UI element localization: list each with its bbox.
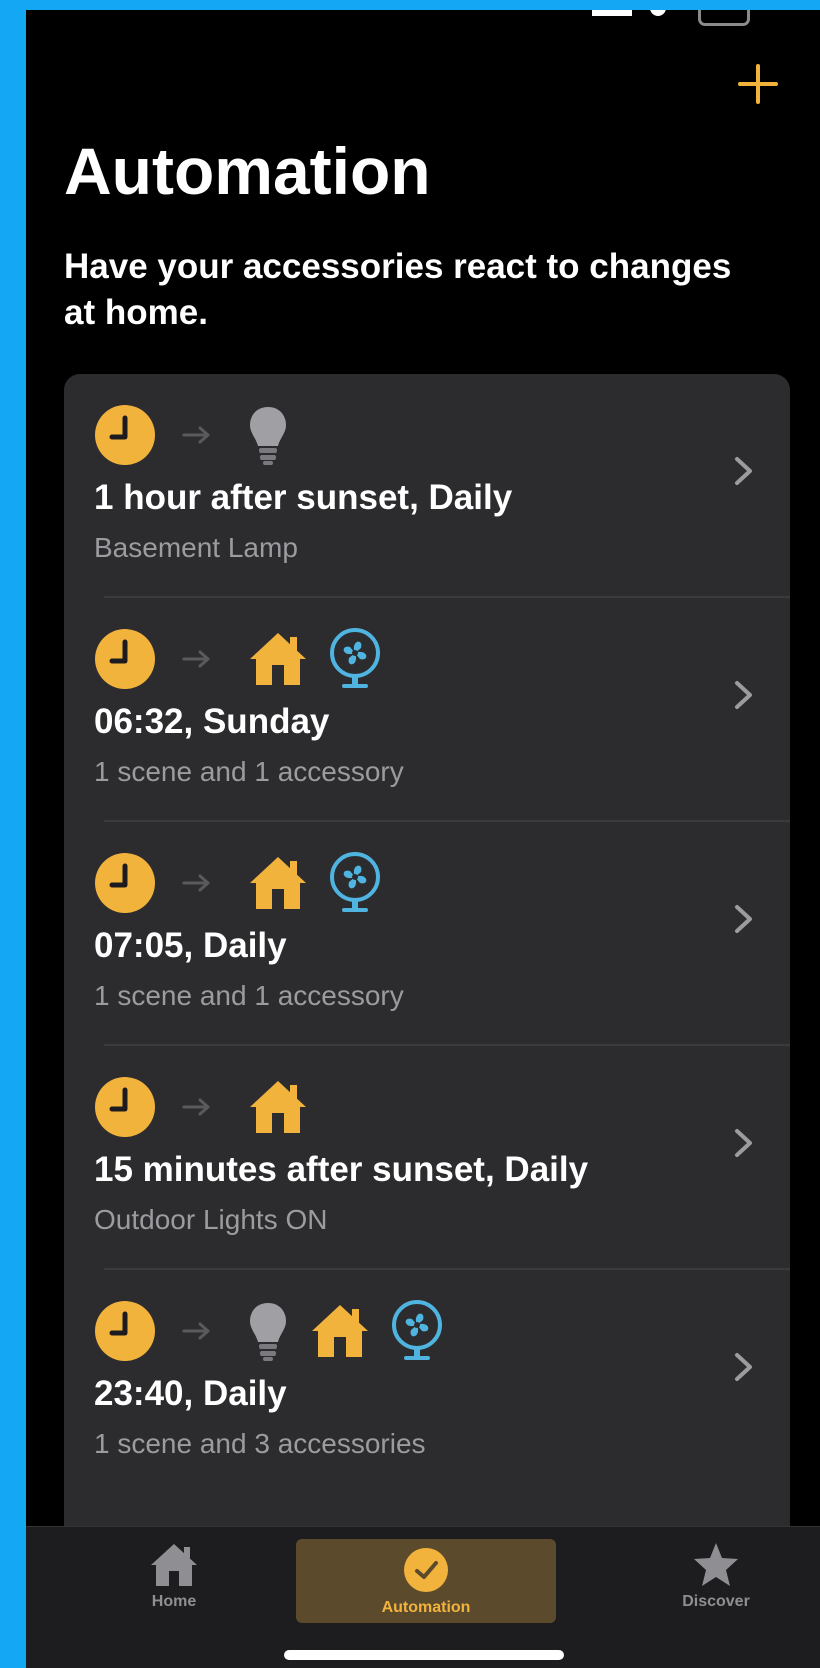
arrow-right-icon xyxy=(182,425,212,445)
automation-title: 15 minutes after sunset, Daily xyxy=(94,1150,589,1189)
fan-icon xyxy=(390,1300,444,1362)
lightbulb-icon xyxy=(246,1300,290,1362)
automation-title: 23:40, Daily xyxy=(94,1374,287,1413)
tab-home[interactable]: Home xyxy=(74,1541,274,1621)
tab-bar: Home Automation Discover xyxy=(26,1526,820,1668)
chevron-right-icon xyxy=(734,1128,754,1163)
automation-detail: 1 scene and 1 accessory xyxy=(94,980,404,1011)
home-scene-icon xyxy=(246,629,310,689)
automation-row[interactable]: 23:40, Daily 1 scene and 3 accessories xyxy=(64,1270,790,1494)
automation-list: 1 hour after sunset, Daily Basement Lamp xyxy=(64,374,790,1554)
automation-title: 07:05, Daily xyxy=(94,926,287,965)
automation-title: 06:32, Sunday xyxy=(94,702,330,741)
wifi-icon xyxy=(650,10,666,16)
signal-icon xyxy=(592,10,632,24)
automation-detail: Outdoor Lights ON xyxy=(94,1204,328,1235)
chevron-right-icon xyxy=(734,680,754,715)
status-bar xyxy=(26,10,820,28)
fan-icon xyxy=(328,852,382,914)
automation-detail: Basement Lamp xyxy=(94,532,298,563)
home-icon xyxy=(74,1541,274,1589)
arrow-right-icon xyxy=(182,1097,212,1117)
arrow-right-icon xyxy=(182,1321,212,1341)
automation-clock-icon xyxy=(296,1545,556,1595)
home-scene-icon xyxy=(246,853,310,913)
clock-icon xyxy=(94,852,156,914)
automation-icons xyxy=(94,404,308,466)
battery-icon xyxy=(698,10,750,26)
home-scene-icon xyxy=(246,1077,310,1137)
automation-row[interactable]: 06:32, Sunday 1 scene and 1 accessory xyxy=(64,598,790,822)
clock-icon xyxy=(94,404,156,466)
automation-row[interactable]: 15 minutes after sunset, Daily Outdoor L… xyxy=(64,1046,790,1270)
lightbulb-icon xyxy=(246,404,290,466)
automation-row[interactable]: 07:05, Daily 1 scene and 1 accessory xyxy=(64,822,790,1046)
automation-title: 1 hour after sunset, Daily xyxy=(94,478,513,517)
tab-home-label: Home xyxy=(151,1593,197,1610)
clock-icon xyxy=(94,628,156,690)
tab-automation-label: Automation xyxy=(381,1599,471,1616)
home-scene-icon xyxy=(308,1301,372,1361)
chevron-right-icon xyxy=(734,1352,754,1387)
automation-detail: 1 scene and 1 accessory xyxy=(94,756,404,787)
home-indicator[interactable] xyxy=(284,1650,564,1660)
chevron-right-icon xyxy=(734,904,754,939)
chevron-right-icon xyxy=(734,456,754,491)
automation-row[interactable]: 1 hour after sunset, Daily Basement Lamp xyxy=(64,374,790,598)
clock-icon xyxy=(94,1076,156,1138)
add-automation-button[interactable] xyxy=(738,64,778,104)
arrow-right-icon xyxy=(182,873,212,893)
page-title: Automation xyxy=(64,134,431,208)
automation-icons xyxy=(94,628,400,690)
phone-screen: Automation Have your accessories react t… xyxy=(26,10,820,1668)
tab-discover[interactable]: Discover xyxy=(616,1541,816,1621)
automation-detail: 1 scene and 3 accessories xyxy=(94,1428,426,1459)
tab-automation[interactable]: Automation xyxy=(296,1539,556,1623)
automation-icons xyxy=(94,1300,462,1362)
page-subtitle: Have your accessories react to changes a… xyxy=(64,247,732,332)
tab-discover-label: Discover xyxy=(682,1593,750,1610)
fan-icon xyxy=(328,628,382,690)
clock-icon xyxy=(94,1300,156,1362)
automation-icons xyxy=(94,1076,328,1138)
star-icon xyxy=(616,1541,816,1589)
arrow-right-icon xyxy=(182,649,212,669)
automation-icons xyxy=(94,852,400,914)
